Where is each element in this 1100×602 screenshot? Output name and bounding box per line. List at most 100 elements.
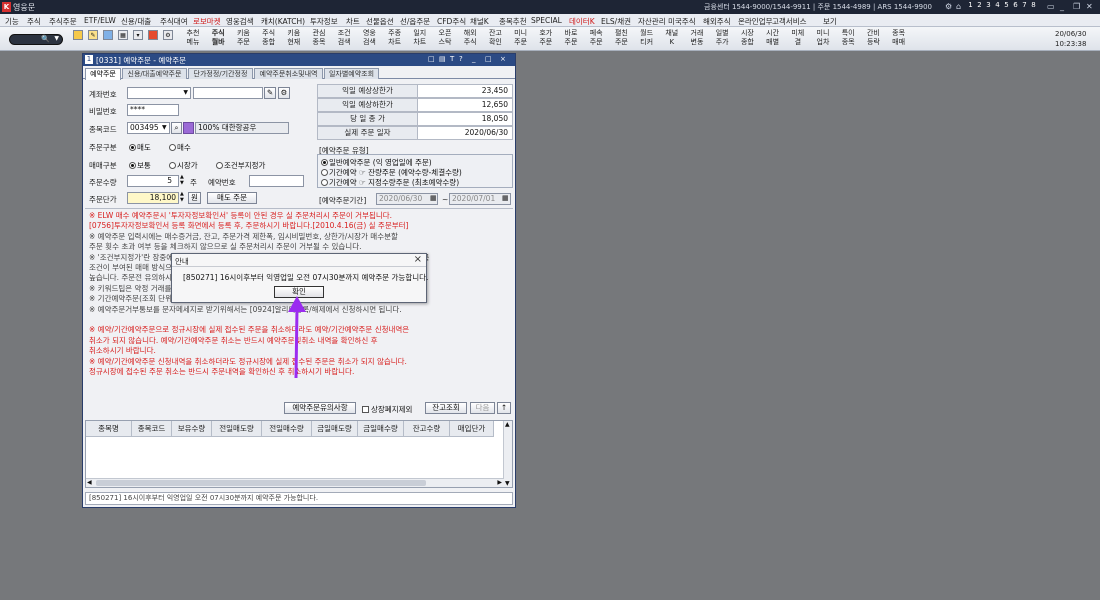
menu-item[interactable]: 기능 bbox=[5, 16, 19, 27]
toolbar-button[interactable]: 시장 종합 bbox=[736, 29, 758, 47]
tab-reservation-order[interactable]: 예약주문 bbox=[85, 68, 121, 80]
menu-item[interactable]: 선물옵션 bbox=[366, 16, 394, 27]
menu-item[interactable]: 주식 bbox=[27, 16, 41, 27]
restore-icon[interactable]: ❐ bbox=[1073, 2, 1080, 11]
calendar-icon[interactable]: ▦ bbox=[502, 194, 509, 202]
menu-item[interactable]: ELS/채권 bbox=[601, 16, 631, 27]
column-header[interactable]: 보유수량 bbox=[172, 421, 212, 437]
menu-item[interactable]: 선/옵주문 bbox=[400, 16, 430, 27]
sell-radio[interactable]: 매도 bbox=[129, 142, 151, 153]
account-name-field[interactable] bbox=[193, 87, 263, 99]
column-header[interactable]: 종목명 bbox=[86, 421, 132, 437]
toolbar-button[interactable]: 일지 차트 bbox=[409, 29, 431, 47]
toolbar-button[interactable]: 페속 주문 bbox=[585, 29, 607, 47]
link-icon[interactable]: □ bbox=[428, 55, 435, 63]
toolbar-button[interactable]: 추천 메뉴 bbox=[182, 29, 204, 47]
home-icon[interactable]: ⌂ bbox=[956, 2, 961, 11]
menu-item[interactable]: SPECIAL bbox=[531, 16, 562, 25]
page-number[interactable]: 7 bbox=[1021, 1, 1028, 9]
chevron-down-icon[interactable]: ▼ bbox=[505, 480, 510, 487]
menu-item[interactable]: 온라인업무 bbox=[738, 16, 773, 27]
chevron-up-icon[interactable]: ▲ bbox=[505, 421, 510, 428]
toolbar-button[interactable]: 미니 주문 bbox=[510, 29, 532, 47]
market-radio[interactable]: 시장가 bbox=[169, 160, 198, 171]
page-switcher[interactable]: 12345678 bbox=[967, 1, 1037, 9]
toolbar-button[interactable]: 주종 차트 bbox=[384, 29, 406, 47]
toolbar-button[interactable]: 관심 종목 bbox=[308, 29, 330, 47]
toolbar-button[interactable]: 주식 월바 bbox=[207, 29, 229, 47]
tab-price-period-edit[interactable]: 단가정정/기간정정 bbox=[188, 68, 253, 79]
normal-radio[interactable]: 보통 bbox=[129, 160, 151, 171]
menu-item[interactable]: 해외주식 bbox=[703, 16, 731, 27]
column-header[interactable]: 금일매도량 bbox=[312, 421, 358, 437]
window-minimize-icon[interactable]: _ bbox=[472, 55, 476, 63]
price-unit-button[interactable]: 원 bbox=[188, 192, 201, 204]
toolbar-button[interactable]: 펼친 주문 bbox=[610, 29, 632, 47]
toolbar-button[interactable]: 종목 매매 bbox=[888, 29, 910, 47]
menu-item[interactable]: 채널K bbox=[470, 16, 489, 27]
page-number[interactable]: 6 bbox=[1012, 1, 1019, 9]
toolbar-button[interactable]: 잔고 확인 bbox=[484, 29, 506, 47]
menu-item[interactable]: 보기 bbox=[823, 16, 837, 27]
settings-icon[interactable]: ⚙ bbox=[945, 2, 952, 11]
copy-icon[interactable]: ▤ bbox=[439, 55, 446, 63]
save-icon[interactable] bbox=[103, 30, 113, 40]
toolbar-button[interactable]: 오픈 스탁 bbox=[434, 29, 456, 47]
calendar-icon[interactable]: ▦ bbox=[430, 194, 437, 202]
scrollbar-thumb[interactable] bbox=[96, 480, 426, 486]
folder-icon[interactable] bbox=[73, 30, 83, 40]
page-number[interactable]: 4 bbox=[994, 1, 1001, 9]
page-number[interactable]: 8 bbox=[1030, 1, 1037, 9]
search-icon[interactable]: ⌕ bbox=[171, 122, 182, 134]
chevron-down-icon[interactable]: ▼ bbox=[162, 124, 167, 131]
quantity-field[interactable]: 5 bbox=[127, 175, 179, 187]
chevron-right-icon[interactable]: ▶ bbox=[497, 479, 502, 486]
menu-item[interactable]: 차트 bbox=[346, 16, 360, 27]
menu-item[interactable]: 주식대여 bbox=[160, 16, 188, 27]
help-icon[interactable]: ? bbox=[459, 55, 463, 63]
menu-item[interactable]: 캐치(KATCH) bbox=[261, 16, 305, 27]
toolbar-button[interactable]: 시간 매별 bbox=[762, 29, 784, 47]
page-number[interactable]: 3 bbox=[985, 1, 992, 9]
window-close-icon[interactable]: × bbox=[500, 55, 506, 63]
toolbar-button[interactable]: 거래 변동 bbox=[686, 29, 708, 47]
menu-item[interactable]: 데이터K bbox=[569, 16, 595, 27]
delisted-exclude-checkbox[interactable]: 상장폐지제외 bbox=[362, 404, 412, 415]
dropdown-icon[interactable]: ▾ bbox=[133, 30, 143, 40]
menu-item[interactable]: 고객서비스 bbox=[772, 16, 807, 27]
tab-credit-reservation[interactable]: 신용/대출예약주문 bbox=[122, 68, 187, 79]
scroll-up-button[interactable]: ↑ bbox=[497, 402, 511, 414]
toolbar-button[interactable]: 키움 현재 bbox=[283, 29, 305, 47]
toolbar-button[interactable]: 간비 등락 bbox=[862, 29, 884, 47]
grid-icon[interactable]: ▦ bbox=[118, 30, 128, 40]
menu-item[interactable]: 자산관리 bbox=[638, 16, 666, 27]
search-box[interactable]: 🔍 ▼ bbox=[9, 34, 63, 45]
toolbar-button[interactable]: 미니 업차 bbox=[812, 29, 834, 47]
monitor-icon[interactable]: ▭ bbox=[1047, 2, 1055, 11]
account-select[interactable]: ▼ bbox=[127, 87, 191, 99]
vertical-scrollbar[interactable]: ▲ ▼ bbox=[503, 421, 512, 487]
stock-info-icon[interactable] bbox=[183, 122, 194, 134]
horizontal-scrollbar[interactable]: ◀ ▶ bbox=[86, 478, 504, 487]
font-icon[interactable]: T bbox=[450, 55, 454, 63]
column-header[interactable]: 매입단가 bbox=[450, 421, 494, 437]
pencil-icon[interactable]: ✎ bbox=[88, 30, 98, 40]
column-header[interactable]: 전일매수량 bbox=[262, 421, 312, 437]
menu-item[interactable]: 로보마켓 bbox=[193, 16, 221, 27]
toolbar-button[interactable]: 주식 종합 bbox=[258, 29, 280, 47]
chevron-left-icon[interactable]: ◀ bbox=[87, 479, 92, 486]
column-header[interactable]: 전일매도량 bbox=[212, 421, 262, 437]
notice-button[interactable]: 예약주문유의사항 bbox=[284, 402, 356, 414]
period-fixed-radio[interactable]: 기간예약 ☞ 지정수량주문 (최초예약수량) bbox=[321, 177, 459, 188]
edit-icon[interactable]: ✎ bbox=[264, 87, 276, 99]
window-maximize-icon[interactable]: □ bbox=[485, 55, 492, 63]
toolbar-button[interactable]: 영웅 검색 bbox=[358, 29, 380, 47]
column-header[interactable]: 종목코드 bbox=[132, 421, 172, 437]
toolbar-button[interactable]: 호가 주문 bbox=[535, 29, 557, 47]
menu-item[interactable]: 영웅검색 bbox=[226, 16, 254, 27]
quantity-stepper[interactable]: ▲ ▼ bbox=[180, 174, 184, 186]
balance-query-button[interactable]: 잔고조회 bbox=[425, 402, 467, 414]
column-header[interactable]: 금일매수량 bbox=[358, 421, 404, 437]
price-field[interactable]: 18,100 bbox=[127, 192, 179, 204]
toolbar-button[interactable]: 미체 결 bbox=[787, 29, 809, 47]
